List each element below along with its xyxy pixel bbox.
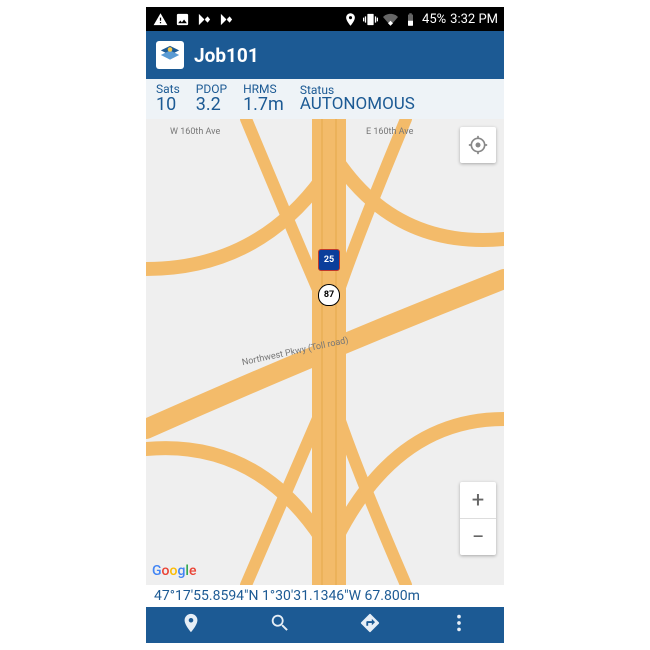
nav-directions-button[interactable] <box>359 612 381 638</box>
app-title: Job101 <box>194 44 259 67</box>
play-store-icon <box>218 11 234 27</box>
location-icon <box>342 11 358 27</box>
vibrate-icon <box>362 11 378 27</box>
play-store-icon <box>196 11 212 27</box>
stat-hrms: HRMS 1.7m <box>243 83 284 114</box>
android-status-bar: 45% 3:32 PM <box>146 7 504 31</box>
zoom-out-button[interactable]: − <box>460 519 496 555</box>
road-label-w160: W 160th Ave <box>170 127 220 137</box>
interstate-shield: 25 <box>318 249 340 271</box>
nav-point-button[interactable] <box>180 612 202 638</box>
bottom-nav <box>146 607 504 643</box>
app-icon <box>156 41 184 69</box>
coordinate-readout: 47°17'55.8594"N 1°30'31.1346"W 67.800m <box>146 585 504 607</box>
us-route-shield: 87 <box>318 284 340 306</box>
stat-sats: Sats 10 <box>156 83 180 114</box>
clock-text: 3:32 PM <box>450 12 498 27</box>
app-bar: Job101 <box>146 31 504 79</box>
battery-icon <box>402 11 418 27</box>
zoom-control: + − <box>460 482 496 555</box>
nav-search-button[interactable] <box>269 612 291 638</box>
gps-stats-bar: Sats 10 PDOP 3.2 HRMS 1.7m Status AUTONO… <box>146 79 504 119</box>
battery-text: 45% <box>422 12 446 27</box>
google-attribution: Google <box>152 563 196 579</box>
my-location-button[interactable] <box>460 127 496 163</box>
map-canvas[interactable]: W 160th Ave E 160th Ave Northwest Pkwy (… <box>146 119 504 585</box>
warning-icon <box>152 11 168 27</box>
road-graphic <box>146 119 504 585</box>
wifi-icon <box>382 11 398 27</box>
stat-pdop: PDOP 3.2 <box>196 83 227 114</box>
nav-more-button[interactable] <box>448 612 470 638</box>
stat-status: Status AUTONOMOUS <box>300 84 415 114</box>
image-icon <box>174 11 190 27</box>
zoom-in-button[interactable]: + <box>460 482 496 519</box>
road-label-e160: E 160th Ave <box>366 127 413 137</box>
